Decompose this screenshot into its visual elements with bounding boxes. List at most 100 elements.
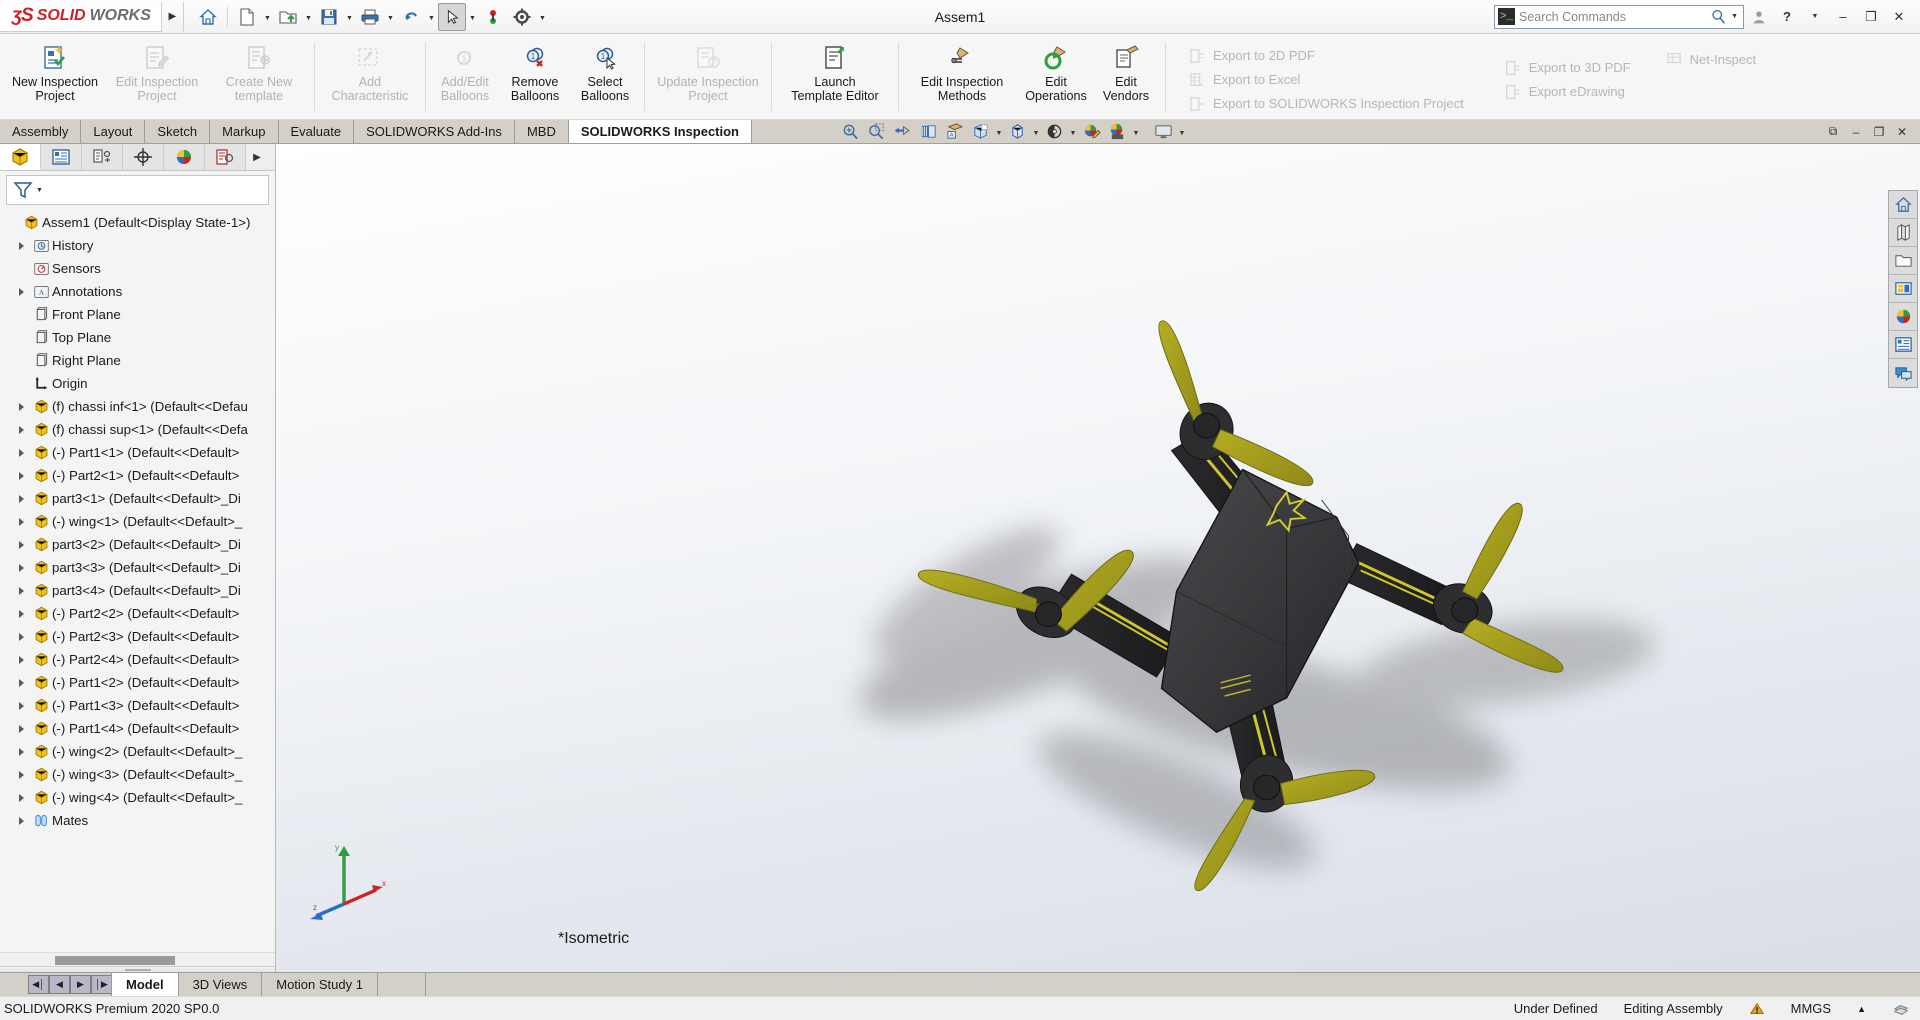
edit-inspection-project-button[interactable]: Edit Inspection Project xyxy=(106,34,208,119)
view-orientation-icon[interactable]: A xyxy=(942,121,967,143)
status-units-caret[interactable]: ▲ xyxy=(1857,1004,1866,1014)
hide-show-items-icon[interactable] xyxy=(1005,121,1030,143)
net-inspect-item[interactable]: Net-Inspect xyxy=(1657,48,1764,70)
print-caret[interactable]: ▼ xyxy=(385,3,396,31)
search-commands-box[interactable]: >_ ▼ xyxy=(1494,4,1744,29)
tree-item[interactable]: (-) Part2<3> (Default<<Default> xyxy=(0,625,275,648)
open-folder-caret[interactable]: ▼ xyxy=(303,3,314,31)
tree-item[interactable]: History xyxy=(0,234,275,257)
previous-view-icon[interactable] xyxy=(890,121,915,143)
create-new-template-button[interactable]: Create New template xyxy=(208,34,310,119)
zoom-to-area-icon[interactable] xyxy=(864,121,889,143)
edit-appearance-caret[interactable]: ▼ xyxy=(1068,121,1078,143)
close-window-icon[interactable]: ✕ xyxy=(1892,122,1912,142)
tree-item[interactable]: (-) Part1<1> (Default<<Default> xyxy=(0,441,275,464)
feature-tree-filter[interactable]: ▼ xyxy=(6,175,269,205)
select-balloons-button[interactable]: 1 Select Balloons xyxy=(570,34,640,119)
graphics-viewport[interactable]: z x y *Isometric xyxy=(276,144,1920,972)
minimize-button[interactable]: – xyxy=(1830,4,1856,30)
tree-root-item[interactable]: Assem1 (Default<Display State-1>) xyxy=(0,211,275,234)
tree-expand-toggle[interactable] xyxy=(12,816,30,825)
tree-item[interactable]: (-) Part1<2> (Default<<Default> xyxy=(0,671,275,694)
new-inspection-project-button[interactable]: New Inspection Project xyxy=(4,34,106,119)
viewport-layout-icon[interactable] xyxy=(1151,121,1176,143)
remove-balloons-button[interactable]: 1 Remove Balloons xyxy=(500,34,570,119)
tree-expand-toggle[interactable] xyxy=(12,586,30,595)
tree-item[interactable]: Sensors xyxy=(0,257,275,280)
dimxpert-manager-tab[interactable] xyxy=(123,144,164,170)
tree-item[interactable]: A Annotations xyxy=(0,280,275,303)
tree-expand-toggle[interactable] xyxy=(12,724,30,733)
tree-item[interactable]: Top Plane xyxy=(0,326,275,349)
tab-assembly[interactable]: Assembly xyxy=(0,120,82,143)
tab-layout[interactable]: Layout xyxy=(81,120,146,143)
new-document-caret[interactable]: ▼ xyxy=(262,3,273,31)
tree-expand-toggle[interactable] xyxy=(12,287,30,296)
tree-expand-toggle[interactable] xyxy=(12,471,30,480)
filter-caret-icon[interactable]: ▼ xyxy=(36,187,43,194)
tab-evaluate[interactable]: Evaluate xyxy=(278,120,355,143)
help-icon[interactable]: ? xyxy=(1774,4,1800,30)
open-folder-icon[interactable] xyxy=(274,3,302,31)
featuremanager-design-tree-tab[interactable] xyxy=(0,144,41,170)
export-3d-pdf-item[interactable]: Export to 3D PDF xyxy=(1496,57,1639,79)
last-tab-button[interactable]: │▶ xyxy=(91,975,112,994)
tree-item[interactable]: Origin xyxy=(0,372,275,395)
tab-sketch[interactable]: Sketch xyxy=(145,120,211,143)
tree-item[interactable]: Front Plane xyxy=(0,303,275,326)
tree-item[interactable]: part3<2> (Default<<Default>_Di xyxy=(0,533,275,556)
tree-item[interactable]: Mates xyxy=(0,809,275,832)
previous-tab-button[interactable]: ◀ xyxy=(49,975,70,994)
tree-expand-toggle[interactable] xyxy=(12,632,30,641)
home-icon[interactable] xyxy=(194,3,222,31)
export-edrawing-item[interactable]: Export eDrawing xyxy=(1496,81,1639,103)
tree-item[interactable]: (f) chassi inf<1> (Default<<Defau xyxy=(0,395,275,418)
tree-item[interactable]: (f) chassi sup<1> (Default<<Defa xyxy=(0,418,275,441)
help-caret-icon[interactable]: ▼ xyxy=(1802,4,1828,30)
zoom-to-fit-icon[interactable] xyxy=(838,121,863,143)
tree-item[interactable]: part3<3> (Default<<Default>_Di xyxy=(0,556,275,579)
apply-scene-icon[interactable] xyxy=(1079,121,1104,143)
bottom-tab-model[interactable]: Model xyxy=(111,973,179,996)
menu-expand-arrow[interactable]: ▶ xyxy=(162,1,184,32)
bottom-tab-3d-views[interactable]: 3D Views xyxy=(177,973,263,996)
tree-item[interactable]: (-) wing<3> (Default<<Default>_ xyxy=(0,763,275,786)
tree-item[interactable]: (-) wing<4> (Default<<Default>_ xyxy=(0,786,275,809)
rebuild-icon[interactable] xyxy=(479,3,507,31)
minimize-window-icon[interactable]: – xyxy=(1846,122,1866,142)
feature-manager-splitter[interactable] xyxy=(0,966,275,972)
first-tab-button[interactable]: ◀│ xyxy=(28,975,49,994)
tab-solidworks-add-ins[interactable]: SOLIDWORKS Add-Ins xyxy=(354,120,515,143)
tree-expand-toggle[interactable] xyxy=(12,678,30,687)
tree-expand-toggle[interactable] xyxy=(12,540,30,549)
select-cursor-icon[interactable] xyxy=(437,2,466,31)
undo-icon[interactable] xyxy=(397,3,425,31)
tree-expand-toggle[interactable] xyxy=(12,655,30,664)
tree-item[interactable]: part3<4> (Default<<Default>_Di xyxy=(0,579,275,602)
tree-item[interactable]: (-) wing<1> (Default<<Default>_ xyxy=(0,510,275,533)
next-tab-button[interactable]: ▶ xyxy=(70,975,91,994)
tree-expand-toggle[interactable] xyxy=(12,517,30,526)
view-appearances-panel-icon[interactable] xyxy=(1889,275,1917,303)
launch-template-editor-button[interactable]: Launch Template Editor xyxy=(776,34,894,119)
export-excel-item[interactable]: Export to Excel xyxy=(1180,69,1472,91)
tree-item[interactable]: (-) wing<2> (Default<<Default>_ xyxy=(0,740,275,763)
property-manager-tab[interactable] xyxy=(41,144,82,170)
tree-expand-toggle[interactable] xyxy=(12,402,30,411)
tree-expand-toggle[interactable] xyxy=(12,701,30,710)
close-button[interactable]: ✕ xyxy=(1886,4,1912,30)
view-home-icon[interactable] xyxy=(1889,191,1917,219)
tab-mbd[interactable]: MBD xyxy=(514,120,569,143)
feature-tree-hscroll-thumb[interactable] xyxy=(55,956,175,965)
update-inspection-project-button[interactable]: Update Inspection Project xyxy=(649,34,767,119)
configuration-manager-tab[interactable] xyxy=(82,144,123,170)
account-icon[interactable] xyxy=(1746,4,1772,30)
tab-solidworks-inspection[interactable]: SOLIDWORKS Inspection xyxy=(568,120,752,143)
tree-expand-toggle[interactable] xyxy=(12,494,30,503)
display-style-caret[interactable]: ▼ xyxy=(994,121,1004,143)
tree-expand-toggle[interactable] xyxy=(12,793,30,802)
export-sw-inspection-item[interactable]: Export to SOLIDWORKS Inspection Project xyxy=(1180,93,1472,115)
search-input[interactable] xyxy=(1519,9,1707,24)
tree-item[interactable]: (-) Part1<3> (Default<<Default> xyxy=(0,694,275,717)
view-custom-properties-icon[interactable] xyxy=(1889,331,1917,359)
